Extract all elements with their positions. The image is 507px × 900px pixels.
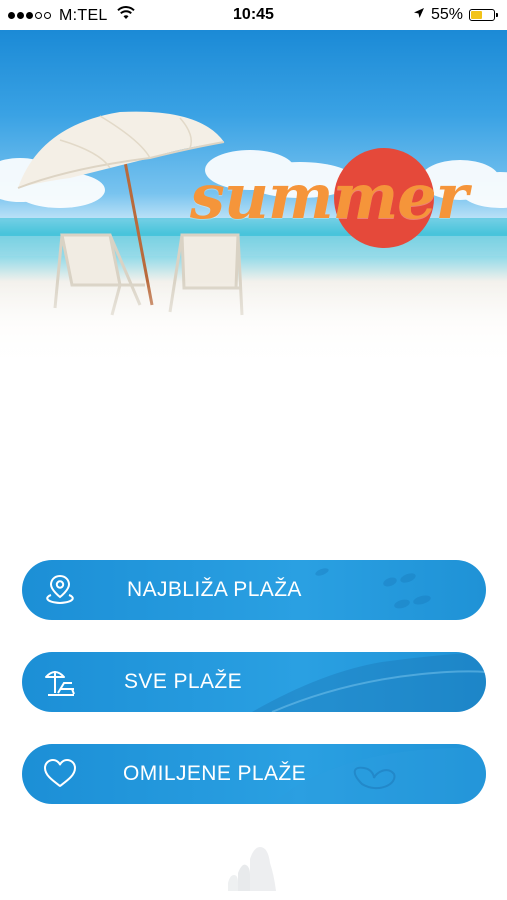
- app-logo-icon: [226, 845, 282, 896]
- main-menu: NAJBLIŽA PLAŽA SVE PLAŽE OMILJENE PLAŽE: [22, 560, 486, 836]
- battery-fill: [471, 11, 482, 19]
- favorite-beaches-button[interactable]: OMILJENE PLAŽE: [22, 744, 486, 804]
- status-right: 55%: [413, 6, 498, 24]
- nearest-beach-button[interactable]: NAJBLIŽA PLAŽA: [22, 560, 486, 620]
- button-texture: [252, 652, 486, 712]
- status-bar: M:TEL 10:45 55%: [0, 0, 507, 30]
- summer-logo-text: summer: [190, 160, 468, 233]
- favorite-beaches-label: OMILJENE PLAŽE: [123, 762, 306, 785]
- beach-chair-umbrella-icon: [42, 665, 78, 699]
- battery-percent: 55%: [430, 6, 463, 23]
- heart-icon: [42, 757, 78, 791]
- all-beaches-button[interactable]: SVE PLAŽE: [22, 652, 486, 712]
- location-pin-icon: [42, 573, 78, 607]
- nearest-beach-label: NAJBLIŽA PLAŽA: [127, 578, 302, 601]
- hero-fade: [0, 280, 507, 370]
- hero-banner: summer: [0, 30, 507, 370]
- location-arrow-icon: [413, 6, 425, 24]
- battery-icon: [469, 9, 498, 21]
- all-beaches-label: SVE PLAŽE: [124, 670, 242, 693]
